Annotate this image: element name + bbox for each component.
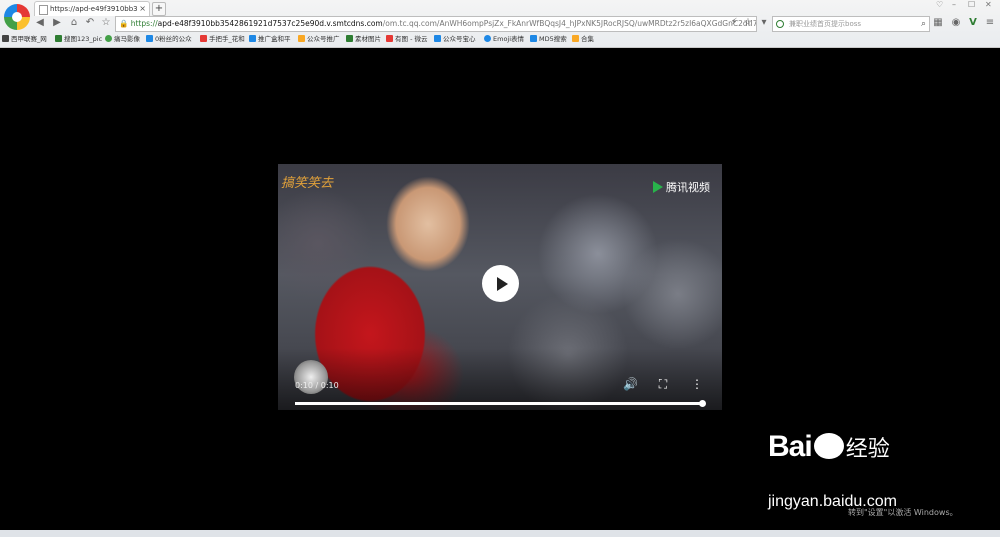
menu-icon[interactable]: ≡ bbox=[983, 16, 997, 30]
maximize-icon[interactable]: ☐ bbox=[968, 0, 975, 9]
forward-icon[interactable]: ▶ bbox=[50, 16, 64, 30]
search-box[interactable]: 兼职业绩首页提示boss ⌕ bbox=[772, 16, 930, 32]
grid-icon[interactable]: ▦ bbox=[931, 16, 945, 30]
progress-handle[interactable] bbox=[699, 400, 706, 407]
bookmark-label: 素材图片 bbox=[355, 35, 381, 43]
v-extension-icon[interactable]: V bbox=[966, 16, 980, 30]
bookmark-item[interactable]: 公众号推广 bbox=[298, 33, 340, 45]
bookmark-label: 合集 bbox=[581, 35, 594, 43]
back-icon[interactable]: ◀ bbox=[33, 16, 47, 30]
dropdown-icon[interactable]: ▾ bbox=[757, 16, 771, 30]
baidu-logo-text: Bai bbox=[768, 430, 813, 463]
bookmark-item[interactable]: 合集 bbox=[572, 33, 594, 45]
close-tab-icon[interactable]: × bbox=[139, 2, 146, 16]
tencent-video-watermark: 腾讯视频 bbox=[653, 179, 710, 195]
bookmark-item[interactable]: Emoji表情 bbox=[484, 33, 524, 45]
bookmark-item[interactable]: 手把手_花和 bbox=[200, 33, 245, 45]
volume-icon[interactable]: 🔊 bbox=[623, 377, 638, 391]
new-tab-button[interactable]: + bbox=[152, 2, 166, 16]
search-engine-icon bbox=[776, 20, 784, 28]
page-icon bbox=[39, 5, 48, 15]
more-options-icon[interactable]: ⋮ bbox=[690, 377, 704, 391]
video-player[interactable]: 搞笑笑去 腾讯视频 0:10 / 0:10 🔊 ⛶ ⋮ bbox=[278, 164, 722, 410]
url-scheme: https:// bbox=[130, 19, 158, 28]
home-icon[interactable]: ⌂ bbox=[67, 16, 81, 30]
bookmark-label: MD5搜索 bbox=[539, 35, 567, 43]
status-bar bbox=[0, 530, 1000, 537]
bookmark-label: 有图 - 微云 bbox=[395, 35, 428, 43]
browser-tab[interactable]: https://apd-e49f3910bb354 × bbox=[34, 1, 150, 16]
favorite-icon[interactable]: ☆ bbox=[99, 16, 113, 30]
bookmark-item[interactable]: 痛马影像 bbox=[105, 33, 140, 45]
bookmark-item[interactable]: 0粉丝的公众 bbox=[146, 33, 192, 45]
search-icon[interactable]: ⌕ bbox=[921, 17, 926, 31]
bookmark-star-icon[interactable]: ☆ bbox=[741, 16, 755, 30]
bookmark-icon bbox=[200, 35, 207, 42]
jingyan-label: 经验 bbox=[845, 437, 890, 462]
bookmark-label: 公众号推广 bbox=[307, 35, 340, 43]
bookmark-label: 痛马影像 bbox=[114, 35, 140, 43]
close-window-icon[interactable]: ✕ bbox=[985, 0, 992, 9]
lock-icon: 🔒 bbox=[119, 19, 129, 28]
bookmark-item[interactable]: 推广盒和平 bbox=[249, 33, 291, 45]
bookmark-label: 推广盒和平 bbox=[258, 35, 291, 43]
bookmark-item[interactable]: 公众号宝心 bbox=[434, 33, 476, 45]
bookmark-item[interactable]: 搜图123_pic bbox=[55, 33, 102, 45]
browser-chrome: https://apd-e49f3910bb354 × + ♡ – ☐ ✕ ◀ … bbox=[0, 0, 1000, 48]
search-placeholder: 兼职业绩首页提示boss bbox=[789, 20, 862, 28]
browser-logo-icon[interactable] bbox=[4, 4, 30, 30]
bookmark-label: 公众号宝心 bbox=[443, 35, 476, 43]
baidu-jingyan-watermark: Bai 经验 jingyan.baidu.com bbox=[768, 430, 897, 510]
bookmark-icon bbox=[55, 35, 62, 42]
extension-icon[interactable]: ◉ bbox=[949, 16, 963, 30]
bookmark-label: 搜图123_pic bbox=[64, 35, 103, 43]
url-host: apd-e48f3910bb3542861921d7537c25e90d.v.s… bbox=[157, 19, 383, 28]
video-time: 0:10 / 0:10 bbox=[295, 381, 339, 390]
url-path: /om.tc.qq.com/AnWH6ompPsjZx_FkAnrWfBQqsJ… bbox=[382, 19, 757, 28]
bookmark-item[interactable]: 素材图片 bbox=[346, 33, 381, 45]
tencent-video-icon bbox=[653, 181, 663, 193]
bookmark-item[interactable]: 西甲联赛_网 bbox=[2, 33, 47, 45]
skin-icon[interactable]: ♡ bbox=[936, 0, 943, 9]
bookmark-icon bbox=[484, 35, 491, 42]
fullscreen-icon[interactable]: ⛶ bbox=[656, 377, 670, 391]
bookmark-icon bbox=[146, 35, 153, 42]
bookmark-label: 0粉丝的公众 bbox=[155, 35, 192, 43]
tab-title: https://apd-e49f3910bb354 bbox=[50, 5, 138, 13]
folder-icon bbox=[572, 35, 579, 42]
bookmark-item[interactable]: MD5搜索 bbox=[530, 33, 567, 45]
bookmarks-bar: 西甲联赛_网 搜图123_pic 痛马影像 0粉丝的公众 手把手_花和 推广盒和… bbox=[0, 33, 1000, 45]
channel-watermark: 搞笑笑去 bbox=[281, 176, 334, 191]
bookmark-label: 手把手_花和 bbox=[209, 35, 245, 43]
bookmark-icon bbox=[434, 35, 441, 42]
bookmark-item[interactable]: 有图 - 微云 bbox=[386, 33, 427, 45]
bookmark-icon bbox=[346, 35, 353, 42]
bookmark-icon bbox=[2, 35, 9, 42]
play-button[interactable] bbox=[482, 265, 519, 302]
baidu-paw-icon bbox=[813, 433, 844, 459]
bookmark-icon bbox=[386, 35, 393, 42]
undo-icon[interactable]: ↶ bbox=[83, 16, 97, 30]
bookmark-icon bbox=[249, 35, 256, 42]
bookmark-label: 西甲联赛_网 bbox=[11, 35, 47, 43]
minimize-icon[interactable]: – bbox=[952, 0, 956, 9]
tencent-video-label: 腾讯视频 bbox=[666, 181, 710, 194]
address-bar[interactable]: 🔒 https://apd-e48f3910bb3542861921d7537c… bbox=[115, 16, 757, 32]
folder-icon bbox=[298, 35, 305, 42]
progress-bar[interactable] bbox=[295, 402, 703, 405]
lightning-icon[interactable]: ⚡ bbox=[727, 16, 741, 30]
bookmark-label: Emoji表情 bbox=[493, 35, 525, 43]
activate-windows-notice: 转到"设置"以激活 Windows。 bbox=[848, 508, 958, 517]
bookmark-icon bbox=[105, 35, 112, 42]
bookmark-icon bbox=[530, 35, 537, 42]
